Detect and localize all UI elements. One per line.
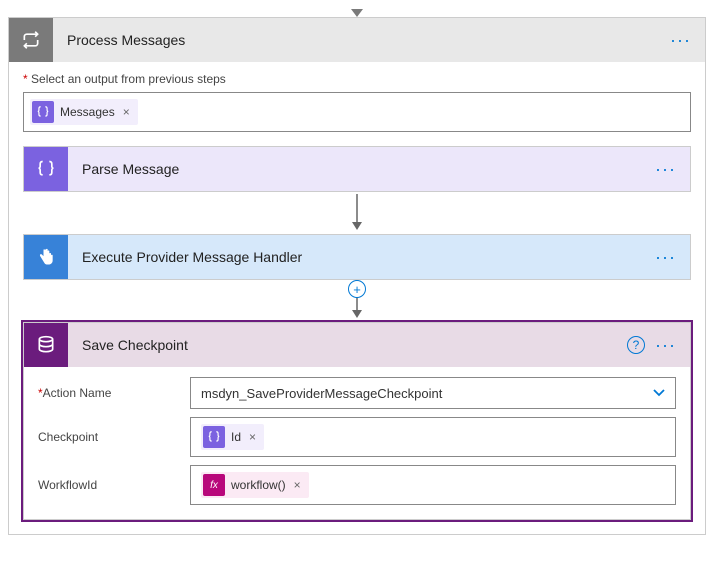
help-button[interactable]: ? [627, 336, 645, 354]
fx-icon: fx [203, 474, 225, 496]
loop-card-header[interactable]: Process Messages ··· [9, 18, 705, 62]
field-checkpoint: Checkpoint Id × [38, 417, 676, 457]
required-star: * [23, 72, 28, 86]
braces-icon [203, 426, 225, 448]
field-action-name: *Action Name msdyn_SaveProviderMessageCh… [38, 377, 676, 409]
loop-card-title: Process Messages [53, 32, 670, 48]
action-name-dropdown[interactable]: msdyn_SaveProviderMessageCheckpoint [190, 377, 676, 409]
loop-card-process-messages: Process Messages ··· * Select an output … [8, 17, 706, 535]
loop-icon [9, 18, 53, 62]
parse-card-title: Parse Message [68, 161, 655, 177]
field-workflowid: WorkflowId fx workflow() × [38, 465, 676, 505]
token-remove[interactable]: × [121, 105, 132, 119]
braces-icon [32, 101, 54, 123]
token-remove[interactable]: × [292, 478, 303, 492]
output-token-input[interactable]: Messages × [23, 92, 691, 132]
token-label: workflow() [231, 478, 286, 492]
action-name-value: msdyn_SaveProviderMessageCheckpoint [201, 386, 442, 401]
action-name-label: *Action Name [38, 386, 178, 400]
token-messages[interactable]: Messages × [30, 99, 138, 125]
save-card-body: *Action Name msdyn_SaveProviderMessageCh… [24, 367, 690, 519]
token-label: Id [231, 430, 241, 444]
more-menu-button[interactable]: ··· [655, 247, 676, 268]
save-card-header[interactable]: Save Checkpoint ? ··· [24, 323, 690, 367]
workflowid-input[interactable]: fx workflow() × [190, 465, 676, 505]
parse-card-header[interactable]: Parse Message ··· [24, 147, 690, 191]
database-icon [24, 323, 68, 367]
action-card-save-checkpoint: Save Checkpoint ? ··· *Action Name msdyn… [23, 322, 691, 520]
save-card-title: Save Checkpoint [68, 337, 627, 353]
add-step-button[interactable]: + [348, 280, 366, 298]
token-remove[interactable]: × [247, 430, 258, 444]
pointer-icon [24, 235, 68, 279]
more-menu-button[interactable]: ··· [655, 159, 676, 180]
more-menu-button[interactable]: ··· [670, 30, 691, 51]
token-workflow-expr[interactable]: fx workflow() × [201, 472, 309, 498]
token-id[interactable]: Id × [201, 424, 264, 450]
workflowid-label: WorkflowId [38, 478, 178, 492]
braces-icon [24, 147, 68, 191]
checkpoint-label: Checkpoint [38, 430, 178, 444]
flow-arrow [9, 194, 705, 232]
chevron-down-icon [653, 386, 665, 400]
exec-card-header[interactable]: Execute Provider Message Handler ··· [24, 235, 690, 279]
token-label: Messages [60, 105, 115, 119]
action-card-parse-message: Parse Message ··· [23, 146, 691, 192]
output-field-label: * Select an output from previous steps [23, 72, 691, 86]
more-menu-button[interactable]: ··· [655, 335, 676, 356]
checkpoint-input[interactable]: Id × [190, 417, 676, 457]
action-card-execute-handler: Execute Provider Message Handler ··· [23, 234, 691, 280]
flow-arrow-with-add: + [9, 282, 705, 320]
loop-card-body: * Select an output from previous steps M… [9, 62, 705, 146]
exec-card-title: Execute Provider Message Handler [68, 249, 655, 265]
